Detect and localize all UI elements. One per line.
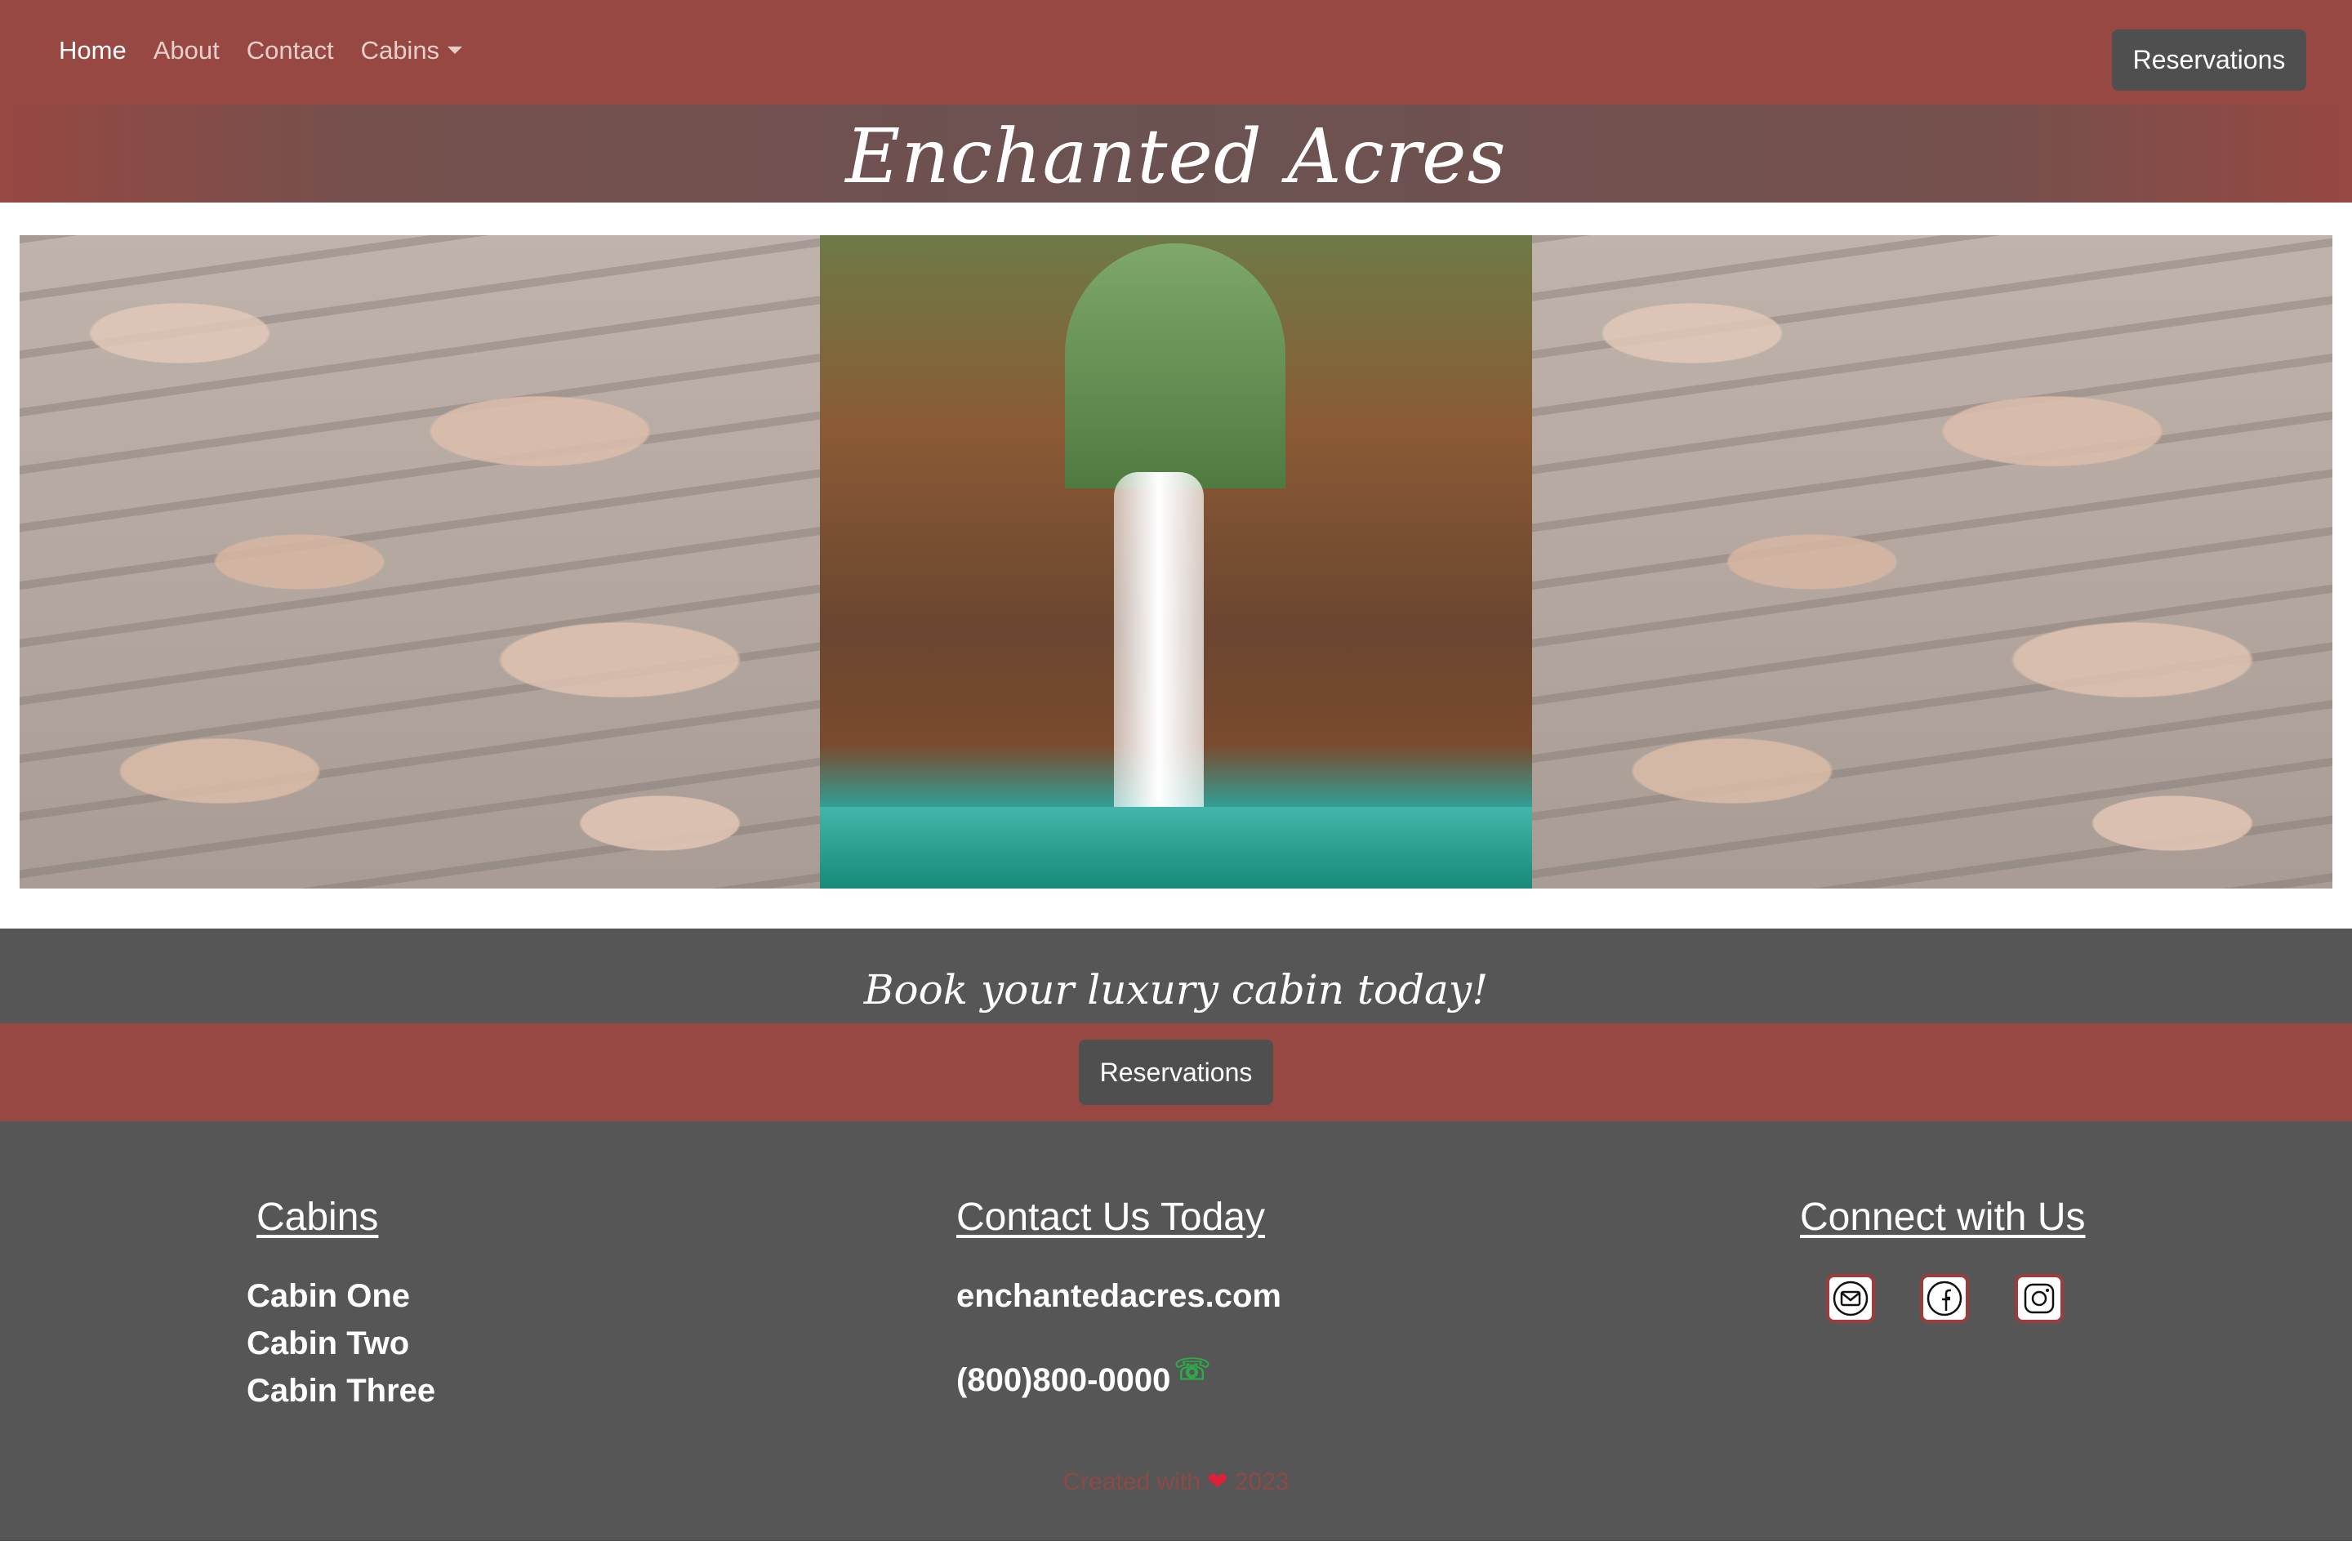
phone-icon: ☏	[1174, 1352, 1211, 1386]
booking-button-band: Reservations	[0, 1023, 2352, 1121]
nav-home-link[interactable]: Home	[59, 36, 127, 65]
chevron-down-icon	[448, 47, 463, 54]
rock-arch	[1065, 243, 1285, 488]
site-title: Enchanted Acres	[845, 113, 1507, 200]
nav-links: Home About Contact Cabins	[59, 36, 463, 65]
mail-icon[interactable]	[1826, 1274, 1875, 1323]
navbar: Home About Contact Cabins Reservations	[0, 0, 2352, 105]
nav-contact-link[interactable]: Contact	[247, 36, 334, 65]
booking-tagline-band: Book your luxury cabin today!	[0, 929, 2352, 1023]
nav-cabins-dropdown[interactable]: Cabins	[361, 36, 463, 65]
log-pile-image-left	[20, 235, 820, 889]
footer-phone[interactable]: (800)800-0000 ☏	[956, 1352, 1210, 1399]
nav-cabins-label: Cabins	[360, 36, 440, 65]
waterfall	[1114, 472, 1204, 815]
footer-contact-heading: Contact Us Today	[956, 1196, 1265, 1239]
footer-cabin-one-link[interactable]: Cabin One	[247, 1278, 410, 1315]
heart-icon: ❤	[1207, 1468, 1228, 1495]
instagram-icon[interactable]	[2015, 1274, 2064, 1323]
footer-cabin-three-link[interactable]: Cabin Three	[247, 1373, 435, 1410]
credit-year: 2023	[1234, 1468, 1290, 1495]
booking-tagline: Book your luxury cabin today!	[863, 966, 1489, 1013]
footer-phone-number: (800)800-0000	[956, 1362, 1171, 1398]
footer-connect-heading: Connect with Us	[1800, 1196, 2086, 1239]
footer: Cabins Cabin One Cabin Two Cabin Three C…	[0, 1121, 2352, 1541]
pool	[820, 807, 1532, 889]
nav-reservations-button[interactable]: Reservations	[2112, 29, 2306, 91]
waterfall-image	[820, 235, 1532, 889]
footer-cabins-heading: Cabins	[256, 1196, 379, 1239]
log-pile-image-right	[1532, 235, 2332, 889]
footer-cabin-two-link[interactable]: Cabin Two	[247, 1325, 409, 1362]
hero-banner	[20, 235, 2332, 889]
credit-prefix: Created with	[1062, 1468, 1200, 1495]
footer-website-link[interactable]: enchantedacres.com	[956, 1278, 1281, 1315]
facebook-icon[interactable]	[1920, 1274, 1969, 1323]
title-band: Enchanted Acres	[0, 105, 2352, 203]
footer-credit: Created with ❤ 2023	[0, 1468, 2352, 1496]
nav-about-link[interactable]: About	[154, 36, 220, 65]
booking-reservations-button[interactable]: Reservations	[1079, 1040, 1273, 1105]
